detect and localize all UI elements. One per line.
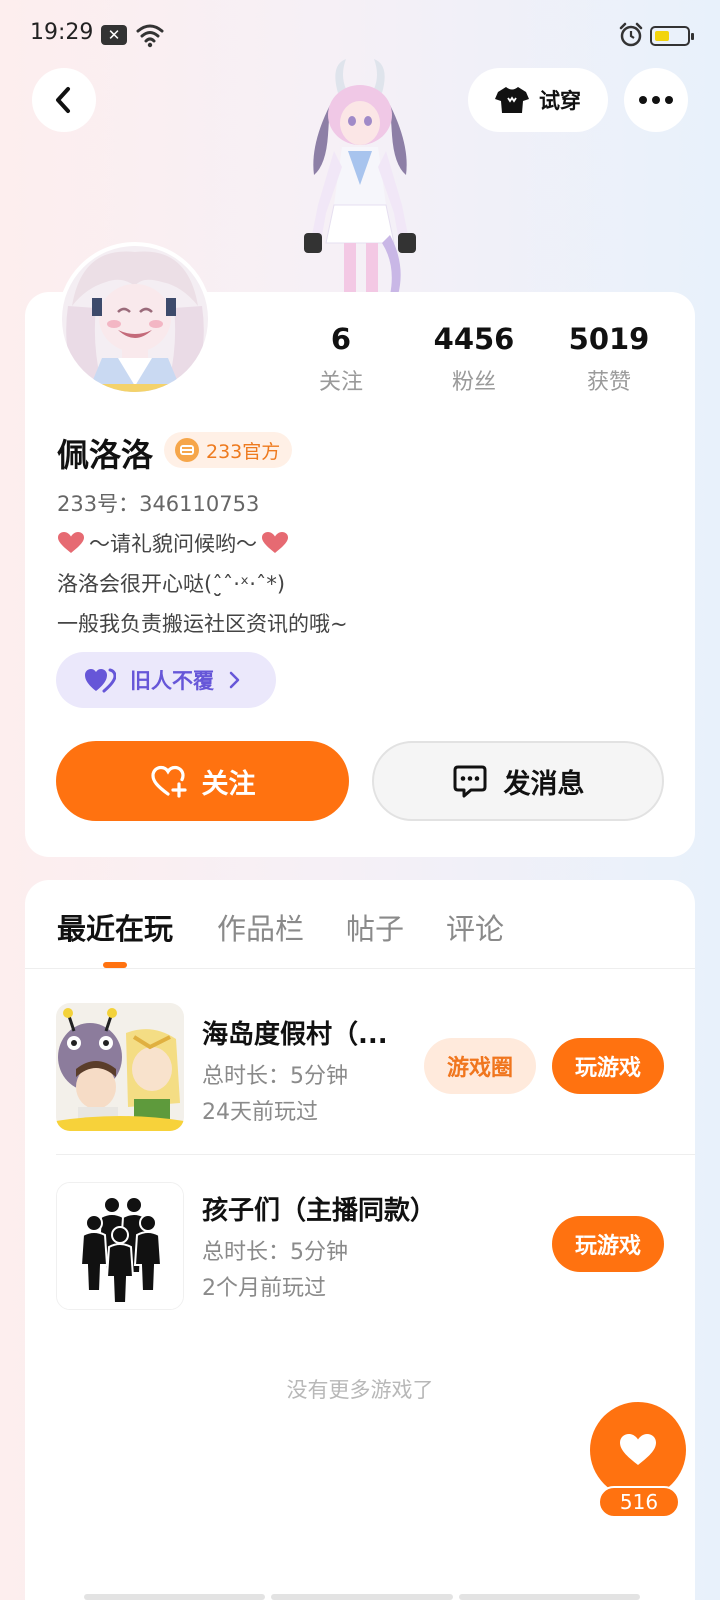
game-title[interactable]: 海岛度假村（... <box>202 1014 388 1051</box>
tabs-divider <box>25 968 695 969</box>
placeholder-bar <box>271 1594 453 1600</box>
wifi-icon <box>136 24 164 48</box>
game-thumbnail-island-resort[interactable] <box>56 1003 184 1131</box>
placeholder-bar <box>84 1594 266 1600</box>
official-badge[interactable]: 233官方 <box>164 432 293 468</box>
stat-following-label: 关注 <box>318 370 363 395</box>
stat-fans-label: 粉丝 <box>451 370 496 395</box>
avatar-image <box>62 246 208 392</box>
back-button[interactable] <box>32 68 96 132</box>
relation-tag-button[interactable]: 旧人不覆 <box>56 652 276 708</box>
stat-likes-value: 5019 <box>568 322 650 356</box>
more-options-button[interactable] <box>624 68 688 132</box>
battery-level <box>655 31 669 41</box>
tab-posts[interactable]: 帖子 <box>346 906 404 948</box>
bottom-placeholder-bars <box>84 1594 640 1600</box>
row-divider <box>56 1154 695 1155</box>
bio-line-1-text: ～请礼貌问候哟～ <box>89 532 257 556</box>
heart-icon <box>262 532 288 553</box>
game-duration: 总时长：5分钟 <box>202 1240 348 1265</box>
stat-fans[interactable]: 4456 粉丝 <box>414 322 534 396</box>
more-dots-icon <box>639 96 673 104</box>
like-count-badge: 516 <box>598 1486 680 1518</box>
stat-following-value: 6 <box>330 322 352 356</box>
user-name: 佩洛洛 <box>57 436 154 474</box>
heart-icon <box>620 1434 656 1465</box>
bio-line-3: 一般我负责搬运社区资讯的哦~ <box>57 608 348 638</box>
tab-works[interactable]: 作品栏 <box>217 906 304 948</box>
avatar[interactable] <box>58 242 212 396</box>
follow-heart-plus-icon <box>150 765 187 798</box>
heart-icon <box>58 532 84 553</box>
chat-bubble-icon <box>453 765 486 798</box>
avatar-character-image[interactable] <box>290 55 430 295</box>
game-last-played: 24天前玩过 <box>202 1100 318 1125</box>
official-badge-text: 233官方 <box>206 440 281 463</box>
notification-x-icon: ✕ <box>101 25 127 45</box>
battery-icon <box>650 26 694 46</box>
try-on-button[interactable]: 试穿 <box>468 68 608 132</box>
send-message-button[interactable]: 发消息 <box>372 741 664 821</box>
play-game-button[interactable]: 玩游戏 <box>552 1038 664 1094</box>
official-emblem-icon <box>175 438 199 462</box>
bio-line-3-text: 一般我负责搬运社区资讯的哦~ <box>57 612 348 636</box>
stat-fans-value: 4456 <box>433 322 515 356</box>
chevron-left-icon <box>56 87 70 113</box>
user-id: 233号：346110753 <box>57 492 260 516</box>
game-circle-button[interactable]: 游戏圈 <box>424 1038 536 1094</box>
relation-tag-text: 旧人不覆 <box>130 669 214 693</box>
follow-button[interactable]: 关注 <box>56 741 349 821</box>
tab-comments[interactable]: 评论 <box>446 906 504 948</box>
chevron-right-icon <box>229 671 240 689</box>
double-heart-icon <box>85 668 116 693</box>
no-more-games-text: 没有更多游戏了 <box>286 1378 434 1402</box>
send-message-label: 发消息 <box>503 768 585 800</box>
tshirt-icon <box>495 87 529 113</box>
status-time: 19:29 <box>30 20 94 45</box>
game-thumbnail-kids[interactable] <box>56 1182 184 1310</box>
try-on-label: 试穿 <box>539 89 581 113</box>
play-game-button[interactable]: 玩游戏 <box>552 1216 664 1272</box>
game-title[interactable]: 孩子们（主播同款） <box>202 1190 436 1227</box>
like-button[interactable] <box>590 1402 686 1498</box>
tab-recently-played[interactable]: 最近在玩 <box>57 906 173 948</box>
stat-following[interactable]: 6 关注 <box>281 322 401 396</box>
bio-line-2-text: 洛洛会很开心哒(ˆ̮̮ˆ·ˣ·ˆ*) <box>57 572 286 596</box>
follow-label: 关注 <box>201 768 256 800</box>
game-cover-image <box>56 1003 184 1131</box>
bio-line-2: 洛洛会很开心哒(ˆ̮̮ˆ·ˣ·ˆ*) <box>57 568 285 598</box>
stat-likes[interactable]: 5019 获赞 <box>549 322 669 396</box>
game-last-played: 2个月前玩过 <box>202 1276 326 1301</box>
game-duration: 总时长：5分钟 <box>202 1064 348 1089</box>
game-cover-image <box>57 1183 183 1309</box>
bio-line-1: ～请礼貌问候哟～ <box>57 528 289 558</box>
stat-likes-label: 获赞 <box>586 370 631 395</box>
placeholder-bar <box>458 1594 640 1600</box>
alarm-icon <box>619 22 643 47</box>
